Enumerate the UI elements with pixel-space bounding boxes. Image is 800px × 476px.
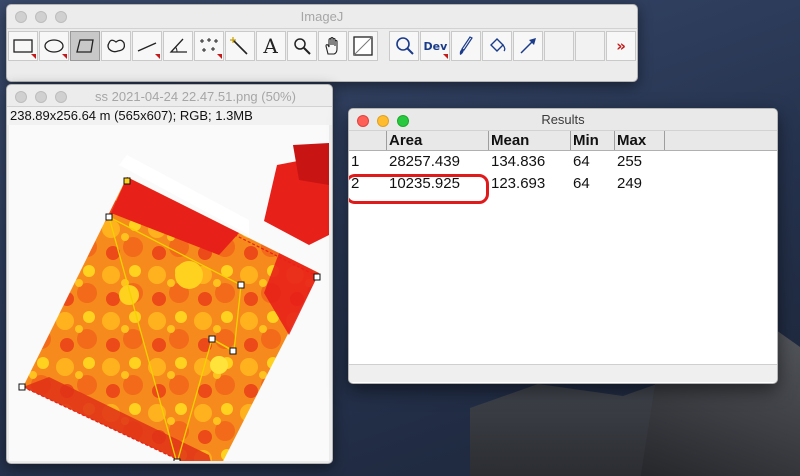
developer-menu-tool[interactable]: Dev	[420, 31, 451, 61]
oval-selection-tool[interactable]	[38, 31, 69, 61]
arrow-tool[interactable]	[513, 31, 544, 61]
freehand-icon	[107, 39, 125, 53]
color-picker-icon	[353, 36, 374, 56]
image-canvas[interactable]	[9, 125, 329, 461]
dev-icon: Dev	[423, 39, 448, 53]
image-window-title: ss 2021-04-24 22.47.51.png (50%)	[95, 89, 296, 104]
cell-mean: 134.836	[491, 153, 546, 170]
column-header-index[interactable]	[349, 131, 387, 150]
zoom-icon	[396, 37, 415, 55]
minimize-button[interactable]	[35, 91, 47, 103]
cell-max: 249	[617, 175, 643, 192]
rectangle-icon	[13, 39, 33, 53]
polygon-selection-tool[interactable]	[69, 31, 100, 61]
flood-fill-tool[interactable]	[482, 31, 513, 61]
zoom-tool[interactable]	[389, 31, 420, 61]
column-header-area[interactable]: Area	[387, 131, 489, 150]
table-row[interactable]: 1 28257.439 134.836 64 255	[349, 151, 777, 173]
magnifier-icon	[293, 38, 311, 55]
column-header-max[interactable]: Max	[615, 131, 665, 150]
text-icon: A	[263, 34, 278, 58]
scrolling-tool[interactable]	[317, 31, 348, 61]
oval-icon	[44, 39, 64, 53]
results-window: Results Area Mean Min Max 1 28257.439 13…	[348, 108, 778, 384]
color-picker-tool[interactable]	[348, 31, 379, 61]
area-highlight-annotation	[349, 174, 489, 204]
multi-point-tool[interactable]	[193, 31, 224, 61]
cell-area: 28257.439	[389, 153, 460, 170]
double-chevron-icon: »	[616, 37, 626, 55]
angle-icon	[169, 38, 187, 53]
text-tool[interactable]: A	[255, 31, 286, 61]
image-window: ss 2021-04-24 22.47.51.png (50%) 238.89x…	[6, 84, 333, 464]
results-status-bar	[349, 364, 777, 382]
imagej-title: ImageJ	[300, 9, 344, 24]
results-table-body: 1 28257.439 134.836 64 255 2 10235.925 1…	[349, 151, 777, 364]
heatmap-image[interactable]	[9, 125, 329, 461]
results-table-header: Area Mean Min Max	[349, 131, 777, 151]
imagej-main-window: ImageJ A Dev »	[6, 4, 638, 82]
line-selection-tool[interactable]	[131, 31, 162, 61]
wand-tool[interactable]	[224, 31, 255, 61]
results-titlebar[interactable]: Results	[349, 109, 777, 131]
magnifying-glass-tool[interactable]	[286, 31, 317, 61]
column-header-min[interactable]: Min	[571, 131, 615, 150]
empty-tool-slot-2[interactable]	[575, 31, 606, 61]
freehand-selection-tool[interactable]	[100, 31, 131, 61]
line-icon	[137, 42, 157, 52]
results-title: Results	[541, 112, 585, 127]
brush-icon	[460, 36, 474, 55]
flood-fill-icon	[490, 38, 506, 52]
hand-icon	[324, 36, 338, 55]
cell-max: 255	[617, 153, 643, 170]
imagej-titlebar[interactable]: ImageJ	[7, 5, 637, 29]
wand-icon	[229, 37, 248, 55]
multi-point-icon	[199, 38, 218, 52]
imagej-toolbar: A Dev »	[7, 29, 637, 61]
brush-tool[interactable]	[451, 31, 482, 61]
rectangle-selection-tool[interactable]	[8, 31, 38, 61]
cell-index: 1	[351, 153, 360, 170]
cell-mean: 123.693	[491, 175, 546, 192]
more-tools-button[interactable]: »	[606, 31, 637, 61]
image-info-bar: 238.89x256.64 m (565x607); RGB; 1.3MB	[7, 107, 332, 125]
image-window-titlebar[interactable]: ss 2021-04-24 22.47.51.png (50%)	[7, 85, 332, 107]
close-button[interactable]	[15, 91, 27, 103]
arrow-icon	[520, 38, 537, 54]
cell-min: 64	[573, 175, 590, 192]
empty-tool-slot-1[interactable]	[544, 31, 575, 61]
polygon-icon	[76, 39, 94, 53]
column-header-mean[interactable]: Mean	[489, 131, 571, 150]
angle-tool[interactable]	[162, 31, 193, 61]
cell-min: 64	[573, 153, 590, 170]
